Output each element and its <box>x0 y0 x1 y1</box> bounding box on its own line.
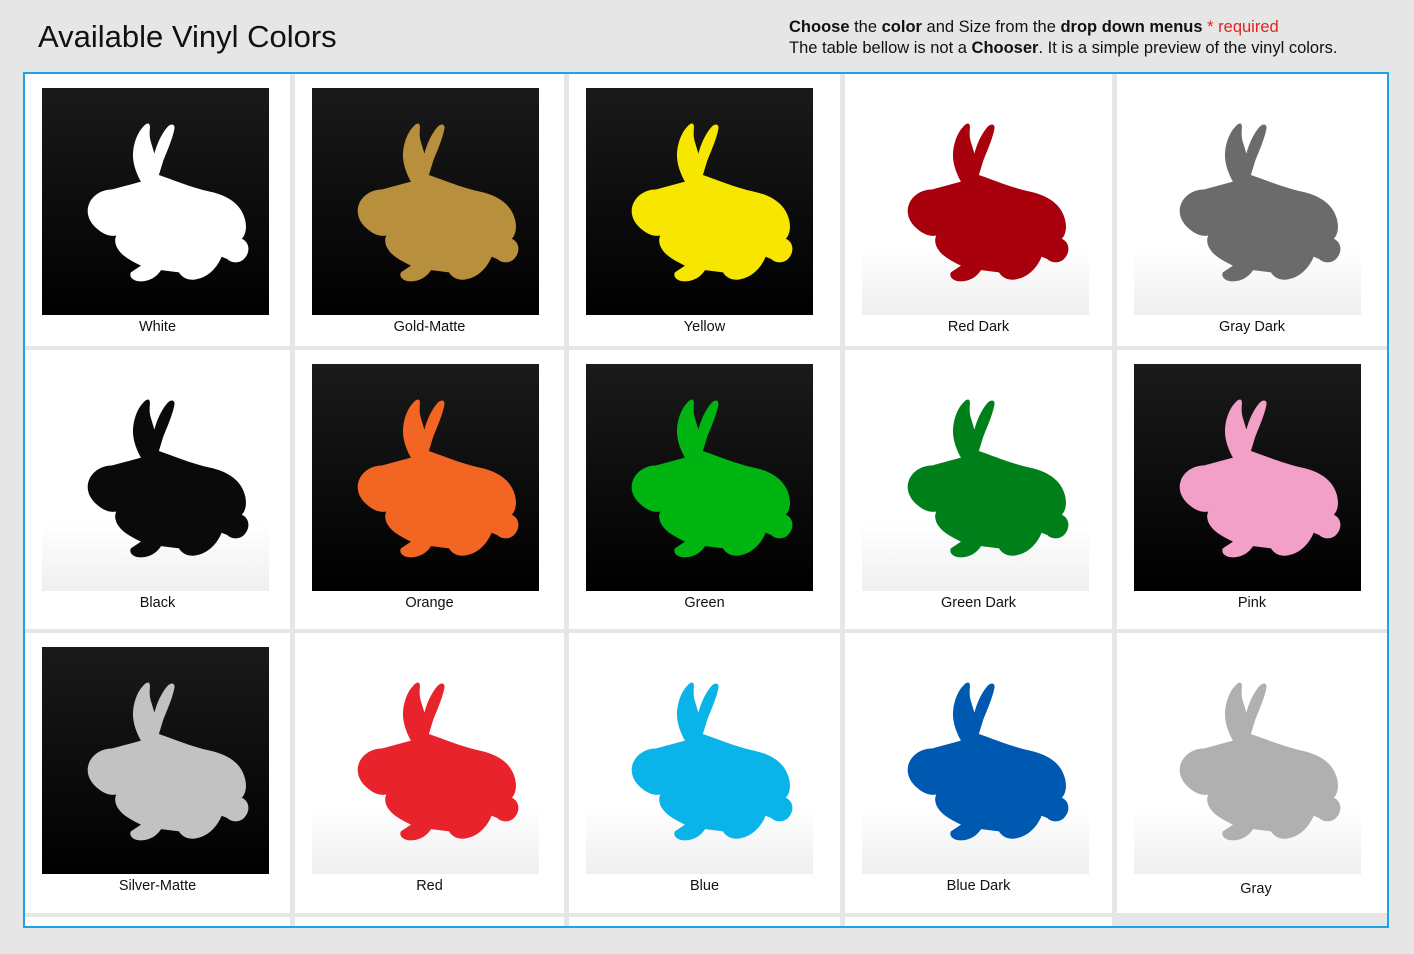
rabbit-icon <box>87 123 249 282</box>
color-label: Green Dark <box>941 595 1016 611</box>
rabbit-icon <box>87 682 249 841</box>
rabbit-icon <box>1179 682 1341 841</box>
color-label: Orange <box>405 595 454 611</box>
color-swatch <box>42 88 269 315</box>
instructions-line-2: The table bellow is not a Chooser. It is… <box>789 38 1337 59</box>
color-cell: Blue <box>569 633 840 913</box>
color-swatch <box>586 647 813 874</box>
rabbit-icon <box>1179 399 1341 558</box>
color-swatch <box>1134 647 1361 874</box>
color-label: Blue Dark <box>946 878 1011 894</box>
rabbit-icon <box>87 399 249 558</box>
color-label: Black <box>139 595 176 611</box>
rabbit-icon <box>357 682 519 841</box>
color-swatch <box>312 88 539 315</box>
color-label: Pink <box>1237 595 1267 611</box>
color-preview-table: White Gold-Matte Yellow Red Dark Gray Dark Bl… <box>23 72 1389 928</box>
instruction-chooser: Chooser <box>971 39 1039 57</box>
instructions: Choose the color and Size from the drop … <box>789 17 1337 59</box>
color-cell: Green <box>569 350 840 629</box>
instruction-text: and Size from the <box>921 18 1061 36</box>
instruction-text: the <box>849 18 882 36</box>
color-cell: White <box>25 74 290 346</box>
color-cell: Red <box>295 633 564 913</box>
color-swatch <box>312 364 539 591</box>
color-cell: Red Dark <box>845 74 1112 346</box>
color-label: Gray Dark <box>1218 319 1286 335</box>
color-cell: Orange <box>295 350 564 629</box>
instruction-drop-down-menus: drop down menus <box>1060 18 1203 36</box>
color-swatch <box>312 647 539 874</box>
rabbit-icon <box>357 123 519 282</box>
color-swatch <box>862 647 1089 874</box>
color-cell: Gray <box>1117 633 1387 913</box>
color-grid: White Gold-Matte Yellow Red Dark Gray Dark Bl… <box>25 74 1387 926</box>
color-swatch <box>862 364 1089 591</box>
color-label: Silver-Matte <box>118 878 197 894</box>
color-cell <box>845 917 1112 926</box>
rabbit-icon <box>1179 123 1341 282</box>
color-cell: Gray Dark <box>1117 74 1387 346</box>
color-swatch <box>586 364 813 591</box>
color-cell <box>25 917 290 926</box>
color-swatch <box>586 88 813 315</box>
color-cell: Pink <box>1117 350 1387 629</box>
color-cell: Silver-Matte <box>25 633 290 913</box>
color-label: White <box>138 319 177 335</box>
rabbit-icon <box>631 123 793 282</box>
page-title: Available Vinyl Colors <box>38 19 337 54</box>
color-swatch <box>1134 364 1361 591</box>
color-cell: Gold-Matte <box>295 74 564 346</box>
instruction-choose: Choose <box>789 18 850 36</box>
color-label: Gray <box>1240 881 1272 897</box>
color-swatch <box>1134 88 1361 315</box>
rabbit-icon <box>907 123 1069 282</box>
instruction-text: . It is a simple preview of the vinyl co… <box>1038 39 1338 57</box>
instructions-line-1: Choose the color and Size from the drop … <box>789 17 1337 38</box>
color-swatch <box>42 647 269 874</box>
color-swatch <box>42 364 269 591</box>
color-label: Blue <box>689 878 720 894</box>
color-label: Yellow <box>683 319 726 335</box>
rabbit-icon <box>907 682 1069 841</box>
instruction-text: The table bellow is not a <box>789 39 972 57</box>
color-label: Green <box>684 595 725 611</box>
color-label: Gold-Matte <box>393 319 466 335</box>
color-label: Red <box>416 878 443 894</box>
color-cell <box>295 917 564 926</box>
color-label: Red Dark <box>947 319 1010 335</box>
required-marker: * required <box>1202 18 1279 36</box>
color-cell: Green Dark <box>845 350 1112 629</box>
color-cell: Yellow <box>569 74 840 346</box>
rabbit-icon <box>907 399 1069 558</box>
color-swatch <box>862 88 1089 315</box>
color-cell: Black <box>25 350 290 629</box>
color-cell: Blue Dark <box>845 633 1112 913</box>
instruction-color: color <box>881 18 922 36</box>
rabbit-icon <box>631 682 793 841</box>
color-cell <box>569 917 840 926</box>
rabbit-icon <box>357 399 519 558</box>
rabbit-icon <box>631 399 793 558</box>
